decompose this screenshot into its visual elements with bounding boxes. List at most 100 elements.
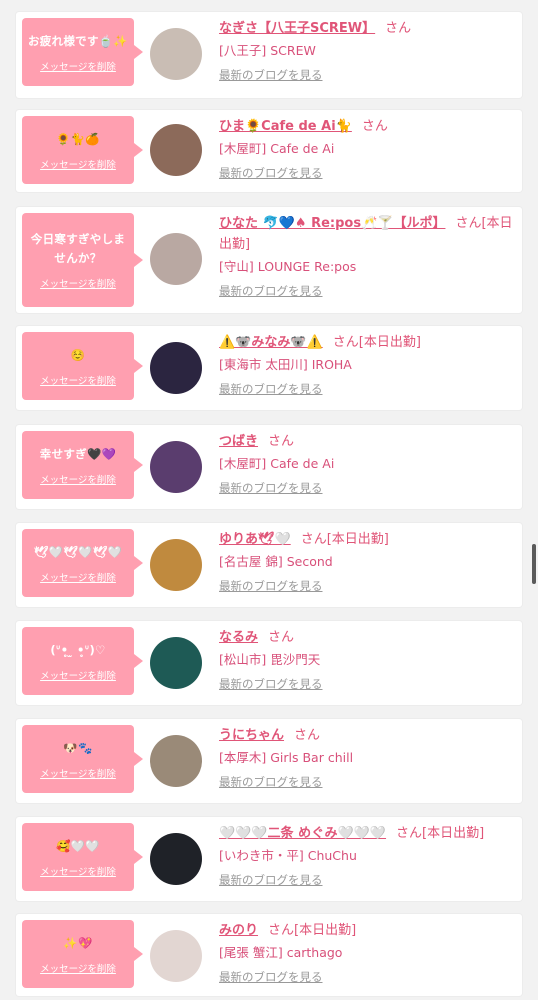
message-text: 幸せすぎ🖤💜: [39, 446, 117, 461]
avatar[interactable]: [150, 28, 202, 80]
cast-name-link[interactable]: つばき: [219, 434, 258, 449]
delete-message-link[interactable]: メッセージを削除: [40, 157, 116, 171]
message-text: 🥰🤍🤍: [56, 838, 100, 853]
message-bubble: お疲れ様です🍵✨ メッセージを削除: [22, 18, 143, 86]
name-line: ゆりあ🕊🤍 さん[本日出勤]: [219, 529, 514, 550]
message-bubble: 🥰🤍🤍 メッセージを削除: [22, 823, 143, 891]
cast-name-link[interactable]: ひなた 🐬💙♠ Re:pos🥂🍸【ルポ】: [219, 216, 445, 231]
cast-info: 🤍🤍🤍二条 めぐみ🤍🤍🤍 さん[本日出勤] [いわき市・平] ChuChu 最新の…: [219, 823, 514, 888]
avatar[interactable]: [150, 637, 202, 689]
latest-blog-link[interactable]: 最新のブログを見る: [219, 774, 323, 790]
message-text: 🕊🤍🕊🤍🕊🤍: [33, 544, 123, 559]
delete-message-link[interactable]: メッセージを削除: [40, 472, 116, 486]
name-line: ひま🌻Cafe de Ai🐈 さん: [219, 116, 514, 137]
cast-info: ゆりあ🕊🤍 さん[本日出勤] [名古屋 錦] Second 最新のブログを見る: [219, 529, 514, 594]
message-text: (ᐡ•̥ ̫ •̥ᐡ)♡: [50, 642, 106, 657]
name-suffix: さん[本日出勤]: [396, 826, 485, 841]
name-suffix: さん: [268, 630, 295, 645]
latest-blog-link[interactable]: 最新のブログを見る: [219, 969, 323, 985]
message-bubble: 🐶🐾 メッセージを削除: [22, 725, 143, 793]
latest-blog-link[interactable]: 最新のブログを見る: [219, 67, 323, 83]
message-bubble: ☺️ メッセージを削除: [22, 332, 143, 400]
delete-message-link[interactable]: メッセージを削除: [40, 961, 116, 975]
avatar[interactable]: [150, 735, 202, 787]
message-list: お疲れ様です🍵✨ メッセージを削除 なぎさ【八王子SCREW】 さん [八王子] …: [0, 0, 538, 1000]
cast-info: なぎさ【八王子SCREW】 さん [八王子] SCREW 最新のブログを見る: [219, 18, 514, 83]
message-card: 🐶🐾 メッセージを削除 うにちゃん さん [本厚木] Girls Bar chil…: [16, 719, 522, 803]
message-text: ☺️: [70, 347, 86, 362]
latest-blog-link[interactable]: 最新のブログを見る: [219, 283, 323, 299]
avatar[interactable]: [150, 233, 202, 285]
message-bubble: 幸せすぎ🖤💜 メッセージを削除: [22, 431, 143, 499]
latest-blog-link[interactable]: 最新のブログを見る: [219, 381, 323, 397]
name-line: つばき さん: [219, 431, 514, 452]
message-bubble: 🕊🤍🕊🤍🕊🤍 メッセージを削除: [22, 529, 143, 597]
latest-blog-link[interactable]: 最新のブログを見る: [219, 872, 323, 888]
cast-name-link[interactable]: なぎさ【八王子SCREW】: [219, 21, 375, 36]
shop-label: [いわき市・平] ChuChu: [219, 848, 357, 863]
cast-name-link[interactable]: ひま🌻Cafe de Ai🐈: [219, 119, 352, 134]
name-line: うにちゃん さん: [219, 725, 514, 746]
message-text: 🌻🐈🍊: [56, 131, 100, 146]
message-card: ✨💖 メッセージを削除 みのり さん[本日出勤] [尾張 蟹江] carthago…: [16, 914, 522, 996]
avatar[interactable]: [150, 930, 202, 982]
avatar[interactable]: [150, 342, 202, 394]
scrollbar-thumb[interactable]: [532, 544, 536, 584]
delete-message-link[interactable]: メッセージを削除: [40, 373, 116, 387]
avatar[interactable]: [150, 441, 202, 493]
shop-label: [松山市] 毘沙門天: [219, 652, 321, 667]
name-line: みのり さん[本日出勤]: [219, 920, 514, 941]
message-card: ☺️ メッセージを削除 ⚠️🐨みなみ🐨⚠️ さん[本日出勤] [東海市 太田川] …: [16, 326, 522, 410]
cast-info: なるみ さん [松山市] 毘沙門天 最新のブログを見る: [219, 627, 514, 692]
name-suffix: さん[本日出勤]: [300, 532, 389, 547]
latest-blog-link[interactable]: 最新のブログを見る: [219, 165, 323, 181]
message-bubble: ✨💖 メッセージを削除: [22, 920, 143, 988]
cast-info: ひま🌻Cafe de Ai🐈 さん [木屋町] Cafe de Ai 最新のブログ…: [219, 116, 514, 181]
name-suffix: さん: [361, 119, 388, 134]
name-suffix: さん: [294, 728, 321, 743]
latest-blog-link[interactable]: 最新のブログを見る: [219, 480, 323, 496]
avatar[interactable]: [150, 539, 202, 591]
message-bubble: (ᐡ•̥ ̫ •̥ᐡ)♡ メッセージを削除: [22, 627, 143, 695]
shop-label: [名古屋 錦] Second: [219, 554, 333, 569]
message-card: (ᐡ•̥ ̫ •̥ᐡ)♡ メッセージを削除 なるみ さん [松山市] 毘沙門天 最…: [16, 621, 522, 705]
delete-message-link[interactable]: メッセージを削除: [40, 864, 116, 878]
message-text: 🐶🐾: [63, 740, 93, 755]
cast-info: みのり さん[本日出勤] [尾張 蟹江] carthago 最新のブログを見る: [219, 920, 514, 985]
delete-message-link[interactable]: メッセージを削除: [40, 570, 116, 584]
name-suffix: さん[本日出勤]: [332, 335, 421, 350]
shop-label: [八王子] SCREW: [219, 43, 316, 58]
message-card: お疲れ様です🍵✨ メッセージを削除 なぎさ【八王子SCREW】 さん [八王子] …: [16, 12, 522, 98]
cast-name-link[interactable]: ⚠️🐨みなみ🐨⚠️: [219, 335, 323, 350]
avatar[interactable]: [150, 124, 202, 176]
shop-label: [木屋町] Cafe de Ai: [219, 141, 335, 156]
cast-name-link[interactable]: なるみ: [219, 630, 258, 645]
shop-label: [東海市 太田川] IROHA: [219, 357, 352, 372]
cast-name-link[interactable]: うにちゃん: [219, 728, 284, 743]
name-line: 🤍🤍🤍二条 めぐみ🤍🤍🤍 さん[本日出勤]: [219, 823, 514, 844]
delete-message-link[interactable]: メッセージを削除: [40, 276, 116, 290]
avatar[interactable]: [150, 833, 202, 885]
message-text: お疲れ様です🍵✨: [27, 33, 129, 48]
delete-message-link[interactable]: メッセージを削除: [40, 766, 116, 780]
delete-message-link[interactable]: メッセージを削除: [40, 59, 116, 73]
message-bubble: 🌻🐈🍊 メッセージを削除: [22, 116, 143, 184]
shop-label: [木屋町] Cafe de Ai: [219, 456, 335, 471]
message-card: 今日寒すぎやしませんか？ メッセージを削除 ひなた 🐬💙♠ Re:pos🥂🍸【ル…: [16, 207, 522, 313]
shop-label: [尾張 蟹江] carthago: [219, 945, 343, 960]
cast-name-link[interactable]: 🤍🤍🤍二条 めぐみ🤍🤍🤍: [219, 826, 386, 841]
name-line: ⚠️🐨みなみ🐨⚠️ さん[本日出勤]: [219, 332, 514, 353]
name-suffix: さん[本日出勤]: [268, 923, 357, 938]
latest-blog-link[interactable]: 最新のブログを見る: [219, 676, 323, 692]
cast-name-link[interactable]: ゆりあ🕊🤍: [219, 532, 291, 547]
latest-blog-link[interactable]: 最新のブログを見る: [219, 578, 323, 594]
message-text: ✨💖: [63, 935, 93, 950]
name-line: ひなた 🐬💙♠ Re:pos🥂🍸【ルポ】 さん[本日出勤]: [219, 213, 514, 255]
cast-name-link[interactable]: みのり: [219, 923, 258, 938]
cast-info: つばき さん [木屋町] Cafe de Ai 最新のブログを見る: [219, 431, 514, 496]
cast-info: ⚠️🐨みなみ🐨⚠️ さん[本日出勤] [東海市 太田川] IROHA 最新のブログ…: [219, 332, 514, 397]
cast-info: うにちゃん さん [本厚木] Girls Bar chill 最新のブログを見る: [219, 725, 514, 790]
shop-label: [守山] LOUNGE Re:pos: [219, 259, 357, 274]
message-bubble: 今日寒すぎやしませんか？ メッセージを削除: [22, 213, 143, 307]
delete-message-link[interactable]: メッセージを削除: [40, 668, 116, 682]
